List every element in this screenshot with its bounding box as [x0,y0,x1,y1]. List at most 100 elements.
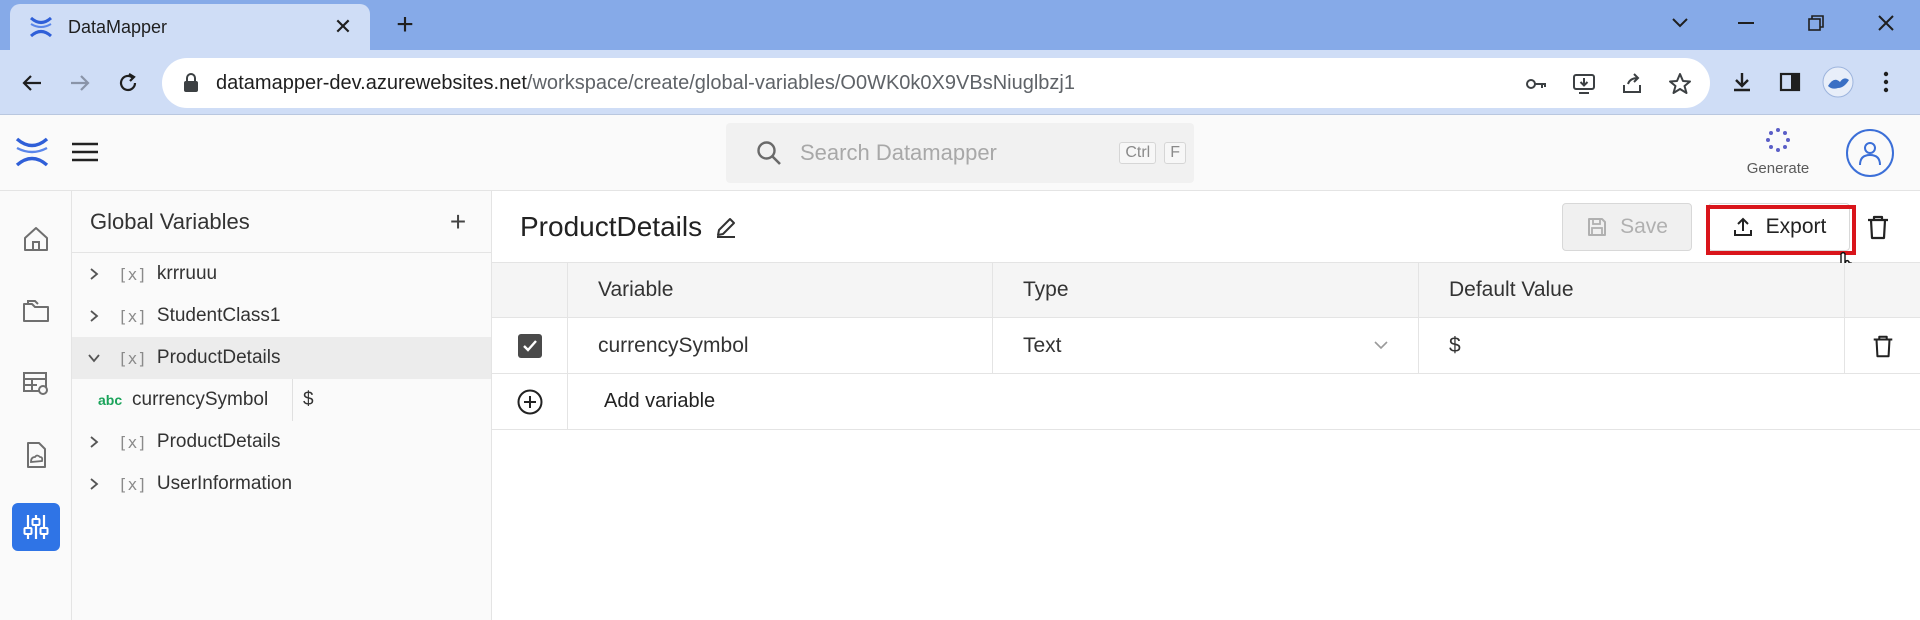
lock-icon [184,73,198,92]
restore-icon[interactable] [1796,8,1836,38]
chevron-right-icon[interactable] [84,306,104,326]
nav-documents[interactable] [12,431,60,479]
install-app-icon[interactable] [1568,68,1600,100]
tab-search-chevron-icon[interactable] [1660,8,1700,38]
edit-pencil-icon[interactable] [714,215,738,239]
hamburger-menu-icon[interactable] [70,137,100,167]
panel-header: Global Variables + [72,191,491,253]
chevron-right-icon[interactable] [84,264,104,284]
nav-home[interactable] [12,215,60,263]
variable-set-item[interactable]: [x] StudentClass1 [72,295,491,337]
nav-global-variables[interactable] [12,503,60,551]
nav-table-settings[interactable] [12,359,60,407]
url-path: /workspace/create/global-variables/O0WK0… [526,71,1075,94]
reload-icon[interactable] [110,65,146,101]
delete-set-trash-icon[interactable] [1864,213,1892,241]
panel-title: Global Variables [90,208,250,234]
generate-label: Generate [1746,160,1810,177]
add-variable-set-button[interactable]: + [443,207,473,236]
tab-title: DataMapper [68,16,168,37]
generate-button[interactable]: Generate [1736,127,1820,187]
close-window-icon[interactable] [1866,8,1906,38]
variables-table: Variable Type Default Value currencySymb… [492,263,1920,430]
search-input[interactable]: Search Datamapper [800,140,1119,166]
chevron-right-icon[interactable] [84,474,104,494]
chevron-right-icon[interactable] [84,432,104,452]
variable-name-cell[interactable]: currencySymbol [568,318,993,373]
checkmark-icon [522,339,537,352]
search-box[interactable]: Search Datamapper Ctrl F [726,123,1194,183]
header-action-cell [1845,263,1920,317]
export-label: Export [1765,215,1827,238]
search-icon [757,141,781,165]
variable-set-item[interactable]: [x] ProductDetails [72,421,491,463]
forward-arrow-icon[interactable] [62,65,98,101]
chevron-down-icon[interactable] [84,348,104,368]
variable-child-name: currencySymbol [132,389,269,410]
shortcut-f-key: F [1164,142,1186,164]
type-select[interactable]: Text [993,318,1419,373]
url-text: datamapper-dev.azurewebsites.net/workspa… [216,72,1075,95]
add-variable-button[interactable]: Add variable [568,390,715,413]
save-label: Save [1620,215,1668,238]
variable-set-name: StudentClass1 [156,305,281,326]
app-header: Search Datamapper Ctrl F Generate [0,115,1920,191]
variable-set-name: krrruuu [156,263,218,284]
type-value: Text [1023,333,1062,357]
back-arrow-icon[interactable] [14,65,50,101]
default-value-cell[interactable]: $ [1419,318,1845,373]
profile-avatar-icon[interactable] [1820,64,1856,100]
document-cloud-icon [27,442,46,468]
row-select-cell [492,318,568,373]
address-bar[interactable]: datamapper-dev.azurewebsites.net/workspa… [162,58,1710,108]
text-type-badge: abc [98,392,123,408]
variable-set-name: ProductDetails [156,347,281,368]
column-header-type: Type [993,263,1419,317]
close-tab-icon[interactable]: ✕ [330,14,356,40]
variable-icon: [x] [118,474,147,494]
nav-folders[interactable] [12,287,60,335]
variables-panel: Global Variables + [x] krrruuu [x] Stude… [72,191,492,620]
header-select-cell [492,263,568,317]
nav-rail [0,191,72,620]
plus-circle-icon[interactable] [516,388,544,416]
new-tab-button[interactable]: + [388,8,422,42]
variable-set-item-selected[interactable]: [x] ProductDetails [72,337,491,379]
downloads-icon[interactable] [1724,64,1760,100]
row-checkbox[interactable] [517,333,542,358]
variable-child-item[interactable]: abc currencySymbol $ [72,379,491,421]
folder-icon [23,300,49,322]
variable-icon: [x] [118,306,147,326]
browser-toolbar: datamapper-dev.azurewebsites.net/workspa… [0,50,1920,115]
main-content: ProductDetails Save Export Variable Type… [492,191,1920,620]
minimize-icon[interactable] [1726,8,1766,38]
floppy-disk-icon [1588,218,1607,236]
export-button[interactable]: Export [1708,203,1850,251]
side-panel-icon[interactable] [1772,64,1808,100]
variable-set-item[interactable]: [x] krrruuu [72,253,491,295]
delete-row-trash-icon[interactable] [1870,333,1896,359]
datamapper-logo-icon [29,16,53,38]
share-icon[interactable] [1616,68,1648,100]
browser-menu-icon[interactable] [1868,64,1904,100]
variable-icon: [x] [118,264,147,284]
variable-set-name: ProductDetails [156,431,281,452]
datamapper-logo-icon[interactable] [14,134,50,170]
user-avatar[interactable] [1846,129,1894,177]
password-key-icon[interactable] [1520,68,1552,100]
user-icon [1859,142,1881,166]
row-action-cell [1845,318,1920,373]
column-header-default: Default Value [1419,263,1845,317]
bookmark-star-icon[interactable] [1664,68,1696,100]
save-button[interactable]: Save [1562,203,1692,251]
variable-set-name: UserInformation [156,473,293,494]
variable-set-item[interactable]: [x] UserInformation [72,463,491,505]
url-host: datamapper-dev.azurewebsites.net [216,71,527,94]
main-header: ProductDetails Save Export [492,191,1920,282]
sliders-icon [23,515,49,539]
table-header-row: Variable Type Default Value [492,263,1920,318]
add-variable-row[interactable]: Add variable [492,374,1920,430]
table-gear-icon [23,372,48,395]
browser-tab[interactable]: DataMapper ✕ [10,4,370,50]
variable-child-value: $ [292,379,314,421]
